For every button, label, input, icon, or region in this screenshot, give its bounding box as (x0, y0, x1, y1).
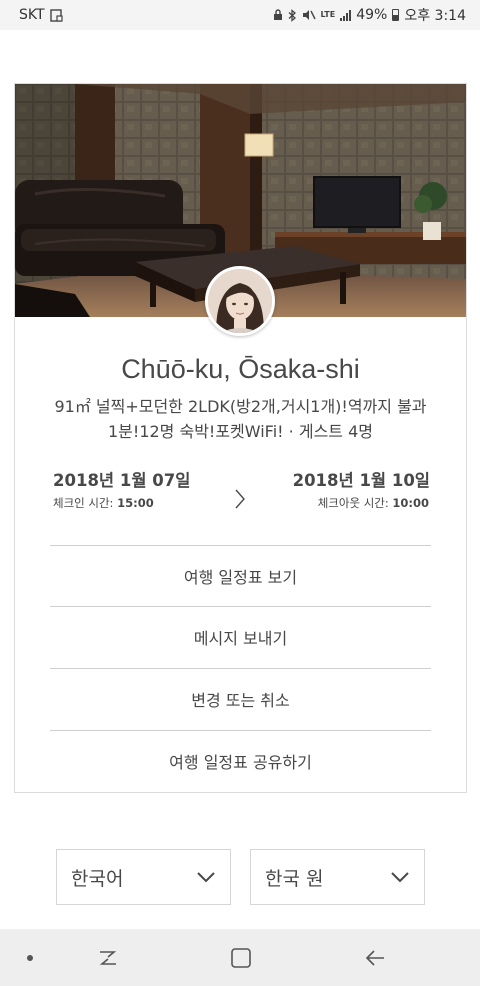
listing-description-line2: 1분!12명 숙박!포켓WiFi! · 게스트 4명 (108, 422, 373, 441)
checkout-date: 2018년 1월 10일 (292, 471, 430, 490)
currency-select[interactable]: 한국 원 (250, 849, 425, 905)
home-icon[interactable] (221, 929, 261, 986)
language-select-value: 한국어 (71, 867, 124, 890)
mute-icon (302, 10, 316, 20)
status-bar: SKT LTE 49% 오후 3:14 (0, 0, 480, 30)
checkout-time: 체크아웃 시간: 10:00 (318, 495, 429, 511)
checkout-time-value: 10:00 (392, 496, 429, 510)
back-icon[interactable] (355, 929, 395, 986)
send-message-button[interactable]: 메시지 보내기 (50, 606, 431, 667)
recent-apps-icon[interactable] (88, 929, 128, 986)
clock: 오후 3:14 (404, 8, 466, 24)
checkout-time-label: 체크아웃 시간: (317, 496, 389, 510)
image-notification-icon (49, 8, 63, 22)
signal-icon (340, 9, 352, 21)
battery-icon (392, 9, 400, 21)
bluetooth-icon (288, 8, 296, 22)
chevron-right-icon (235, 489, 245, 509)
checkin-time-value: 15:00 (117, 496, 154, 510)
lock-icon (273, 9, 282, 20)
reservation-card: Chūō-ku, Ōsaka-shi 91㎡ 널찍+모던한 2LDK(방2개,거… (14, 83, 467, 793)
currency-select-value: 한국 원 (265, 867, 324, 890)
checkin-time: 체크인 시간: 15:00 (53, 495, 154, 511)
system-nav-bar (0, 929, 480, 986)
chevron-down-icon (197, 872, 215, 883)
checkin-date: 2018년 1월 07일 (53, 471, 191, 490)
language-select[interactable]: 한국어 (56, 849, 231, 905)
view-itinerary-button[interactable]: 여행 일정표 보기 (50, 545, 431, 606)
host-avatar[interactable] (205, 266, 275, 336)
listing-city: Chūō-ku, Ōsaka-shi (121, 354, 360, 384)
share-itinerary-button[interactable]: 여행 일정표 공유하기 (50, 730, 431, 791)
carrier-label: SKT (19, 7, 45, 23)
change-or-cancel-button[interactable]: 변경 또는 취소 (50, 668, 431, 729)
network-type-label: LTE (320, 10, 336, 19)
checkin-time-label: 체크인 시간: (53, 496, 114, 510)
battery-percent: 49% (356, 7, 388, 23)
nav-dot-icon (22, 929, 38, 986)
chevron-down-icon (391, 872, 409, 883)
listing-description-line1: 91㎡ 널찍+모던한 2LDK(방2개,거시1개)!역까지 불과 (54, 397, 427, 416)
listing-description: 91㎡ 널찍+모던한 2LDK(방2개,거시1개)!역까지 불과 1분!12명 … (33, 394, 448, 444)
